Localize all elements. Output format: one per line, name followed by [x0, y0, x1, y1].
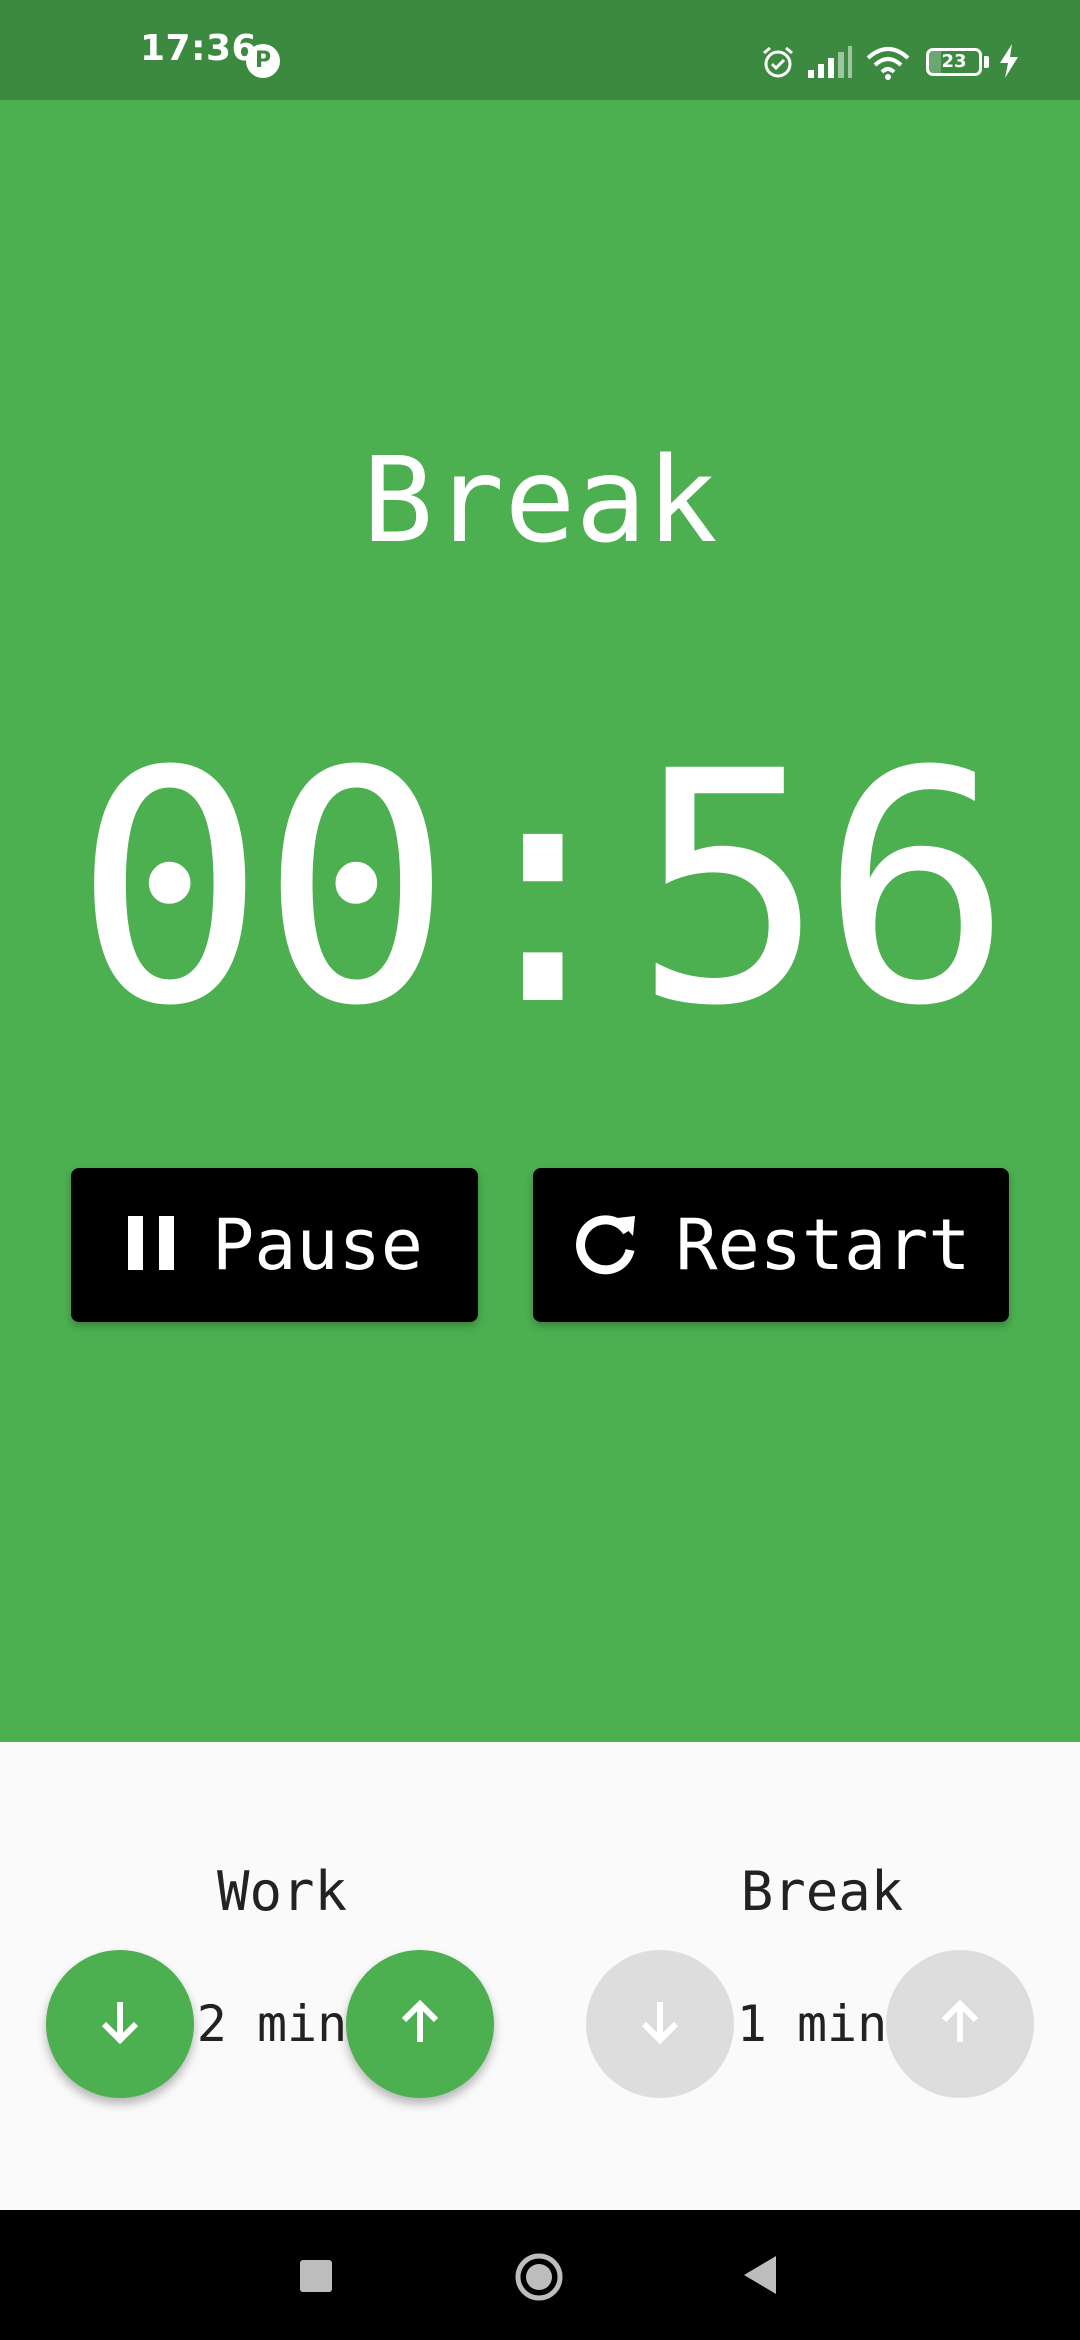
battery-icon: 23: [926, 48, 982, 76]
countdown-display: 00:56: [73, 704, 1012, 1076]
arrow-up-icon: [392, 1994, 448, 2054]
break-duration-setting: Break 1 min: [582, 1742, 1062, 2210]
break-duration-value: 1 min: [736, 1995, 888, 2053]
break-label: Break: [740, 1860, 904, 1923]
arrow-down-icon: [632, 1994, 688, 2054]
signal-icon: [808, 46, 852, 82]
duration-settings-panel: Work 2 min Break 1 min: [0, 1742, 1080, 2210]
status-time: 17:36: [140, 28, 258, 69]
battery-tip: [984, 56, 989, 68]
timer-mode-label: Break: [362, 431, 718, 569]
work-duration-value: 2 min: [196, 1995, 348, 2053]
wifi-icon: [866, 46, 910, 84]
charging-icon: [998, 44, 1020, 82]
recents-icon[interactable]: [300, 2260, 332, 2292]
work-duration-setting: Work 2 min: [42, 1742, 522, 2210]
work-decrease-button[interactable]: [46, 1950, 194, 2098]
restart-icon: [571, 1208, 641, 1282]
status-bar: 17:36 P 23: [0, 0, 1080, 100]
restart-button-label: Restart: [675, 1204, 971, 1286]
pause-icon: [126, 1214, 178, 1276]
app-root: 17:36 P 23 Break 00:56 Pause Restart Wor…: [0, 0, 1080, 2340]
pause-button-label: Pause: [212, 1204, 423, 1286]
home-icon[interactable]: [514, 2252, 564, 2306]
system-navigation-bar: [0, 2210, 1080, 2340]
pause-button[interactable]: Pause: [71, 1168, 478, 1322]
restart-button[interactable]: Restart: [533, 1168, 1009, 1322]
break-decrease-button[interactable]: [586, 1950, 734, 2098]
break-increase-button[interactable]: [886, 1950, 1034, 2098]
alarm-icon: [760, 44, 796, 84]
work-increase-button[interactable]: [346, 1950, 494, 2098]
arrow-down-icon: [92, 1994, 148, 2054]
app-notification-icon: P: [246, 44, 280, 78]
back-icon[interactable]: [742, 2254, 778, 2300]
arrow-up-icon: [932, 1994, 988, 2054]
battery-level: 23: [941, 51, 967, 72]
work-label: Work: [216, 1860, 348, 1923]
